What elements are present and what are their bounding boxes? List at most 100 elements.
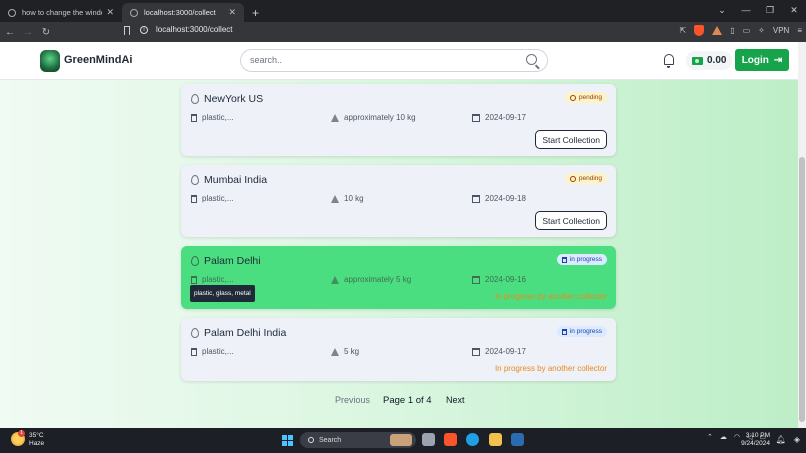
- site-info-icon[interactable]: i: [140, 25, 148, 34]
- bell-icon[interactable]: [664, 54, 674, 68]
- weight-icon: [331, 194, 339, 203]
- wallet-icon[interactable]: ▭: [743, 26, 751, 35]
- search-highlight-icon: [390, 434, 412, 446]
- sidebar-icon[interactable]: ▯: [730, 26, 734, 35]
- extensions-icon[interactable]: ✧: [758, 26, 765, 35]
- close-window-button[interactable]: ✕: [782, 5, 806, 16]
- waste-text: plastic,...: [202, 275, 234, 284]
- waste-type: plastic,...: [191, 347, 234, 356]
- brave-rewards-icon[interactable]: [712, 26, 723, 35]
- taskbar-search-label: Search: [319, 436, 342, 444]
- in-progress-note: In progress by another collector: [494, 292, 607, 301]
- collection-card-highlighted[interactable]: Palam Delhi in progress plastic,... appr…: [181, 246, 616, 309]
- logo-icon[interactable]: [40, 50, 60, 72]
- scrollbar-thumb[interactable]: [799, 157, 805, 422]
- browser-tab-active[interactable]: localhost:3000/collect ✕: [122, 3, 244, 22]
- search-icon[interactable]: [526, 54, 537, 65]
- status-text: in progress: [569, 256, 602, 263]
- start-collection-button[interactable]: Start Collection: [535, 211, 607, 230]
- weather-alert-badge: 1: [18, 430, 25, 437]
- chevron-up-icon[interactable]: ⌃: [707, 433, 713, 441]
- toolbar-right: ⇱ ▯ ▭ ✧ VPN ≡: [680, 25, 802, 36]
- location-pin-icon: [191, 328, 199, 338]
- login-button[interactable]: Login ⇥: [735, 49, 789, 71]
- weight-icon: [331, 275, 339, 284]
- address-bar[interactable]: i localhost:3000/collect: [140, 25, 233, 34]
- waste-type[interactable]: plastic,...: [191, 275, 234, 284]
- calendar-icon: [472, 194, 480, 203]
- browser-tab-strip: how to change the window using lo ✕ loca…: [0, 0, 806, 22]
- weather-widget[interactable]: 1 35°C Haze: [11, 430, 44, 448]
- status-text: pending: [578, 175, 602, 182]
- waste-text: plastic,...: [202, 347, 234, 356]
- copilot-icon[interactable]: ◈: [794, 435, 800, 444]
- tab-favicon-icon: [130, 8, 138, 17]
- chevron-down-icon[interactable]: ⌄: [710, 5, 734, 16]
- vscode-icon[interactable]: [511, 433, 524, 446]
- weight: 5 kg: [331, 347, 359, 356]
- date: 2024-09-17: [472, 347, 526, 356]
- calendar-icon: [472, 113, 480, 122]
- tab-close-icon[interactable]: ✕: [106, 7, 114, 18]
- pagination: Previous Page 1 of 4 Next: [0, 395, 798, 409]
- weather-sun-icon: 1: [11, 430, 25, 446]
- reload-icon[interactable]: ↻: [38, 27, 54, 38]
- search-input[interactable]: [250, 55, 510, 65]
- brave-shield-icon[interactable]: [694, 25, 705, 36]
- in-progress-note: In progress by another collector: [494, 364, 607, 373]
- window-controls: ⌄ — ❐ ✕: [710, 0, 806, 20]
- waste-type: plastic,...: [191, 113, 234, 122]
- next-button[interactable]: Next: [446, 395, 465, 405]
- login-arrow-icon: ⇥: [773, 54, 783, 66]
- tab-favicon-icon: [8, 8, 16, 17]
- previous-button[interactable]: Previous: [335, 395, 370, 405]
- login-label: Login: [741, 54, 769, 66]
- weight: approximately 5 kg: [331, 275, 411, 284]
- vpn-button[interactable]: VPN: [773, 26, 789, 35]
- start-button-icon[interactable]: [282, 435, 293, 446]
- date-text: 2024-09-17: [485, 113, 526, 122]
- search-box: [240, 49, 548, 72]
- collection-card: NewYork US pending plastic,... approxima…: [181, 84, 616, 156]
- browser-tab[interactable]: how to change the window using lo ✕: [0, 3, 122, 22]
- tab-close-icon[interactable]: ✕: [228, 7, 236, 18]
- start-collection-button[interactable]: Start Collection: [535, 130, 607, 149]
- weight-text: approximately 10 kg: [344, 113, 416, 122]
- wifi-icon[interactable]: ◠: [734, 433, 740, 441]
- clock-icon: [569, 94, 576, 101]
- clock-icon: [569, 175, 576, 182]
- taskbar-clock[interactable]: 3:10 PM 9/24/2024: [741, 432, 770, 448]
- notification-bell-icon[interactable]: 🔔︎: [776, 435, 786, 444]
- trash-icon: [561, 328, 567, 335]
- date: 2024-09-17: [472, 113, 526, 122]
- cash-icon: [692, 56, 703, 65]
- maximize-button[interactable]: ❐: [758, 5, 782, 16]
- clock-time: 3:10 PM: [745, 432, 770, 439]
- bookmark-icon[interactable]: [124, 26, 130, 35]
- date-text: 2024-09-17: [485, 347, 526, 356]
- card-location: NewYork US: [204, 93, 264, 105]
- location-pin-icon: [191, 94, 199, 104]
- new-tab-button[interactable]: +: [252, 6, 259, 20]
- weight: approximately 10 kg: [331, 113, 416, 122]
- edge-browser-icon[interactable]: [466, 433, 479, 446]
- status-text: in progress: [569, 328, 602, 335]
- collection-card: Mumbai India pending plastic,... 10 kg 2…: [181, 165, 616, 237]
- waste-text: plastic,...: [202, 113, 234, 122]
- file-explorer-icon[interactable]: [489, 433, 502, 446]
- balance-badge: 0.00: [686, 51, 733, 70]
- menu-icon[interactable]: ≡: [797, 26, 802, 35]
- weight-text: approximately 5 kg: [344, 275, 412, 284]
- date: 2024-09-16: [472, 275, 526, 284]
- brand-name[interactable]: GreenMindAi: [64, 54, 132, 66]
- forward-arrow-icon[interactable]: →: [20, 27, 36, 38]
- back-arrow-icon[interactable]: ←: [2, 27, 18, 38]
- page-scrollbar[interactable]: [798, 42, 806, 428]
- share-icon[interactable]: ⇱: [680, 26, 687, 35]
- minimize-button[interactable]: —: [734, 5, 758, 15]
- cloud-icon[interactable]: ☁: [720, 433, 727, 441]
- task-view-icon[interactable]: [422, 433, 435, 446]
- card-location: Palam Delhi: [204, 255, 261, 267]
- status-badge: pending: [564, 92, 607, 103]
- brave-browser-icon[interactable]: [444, 433, 457, 446]
